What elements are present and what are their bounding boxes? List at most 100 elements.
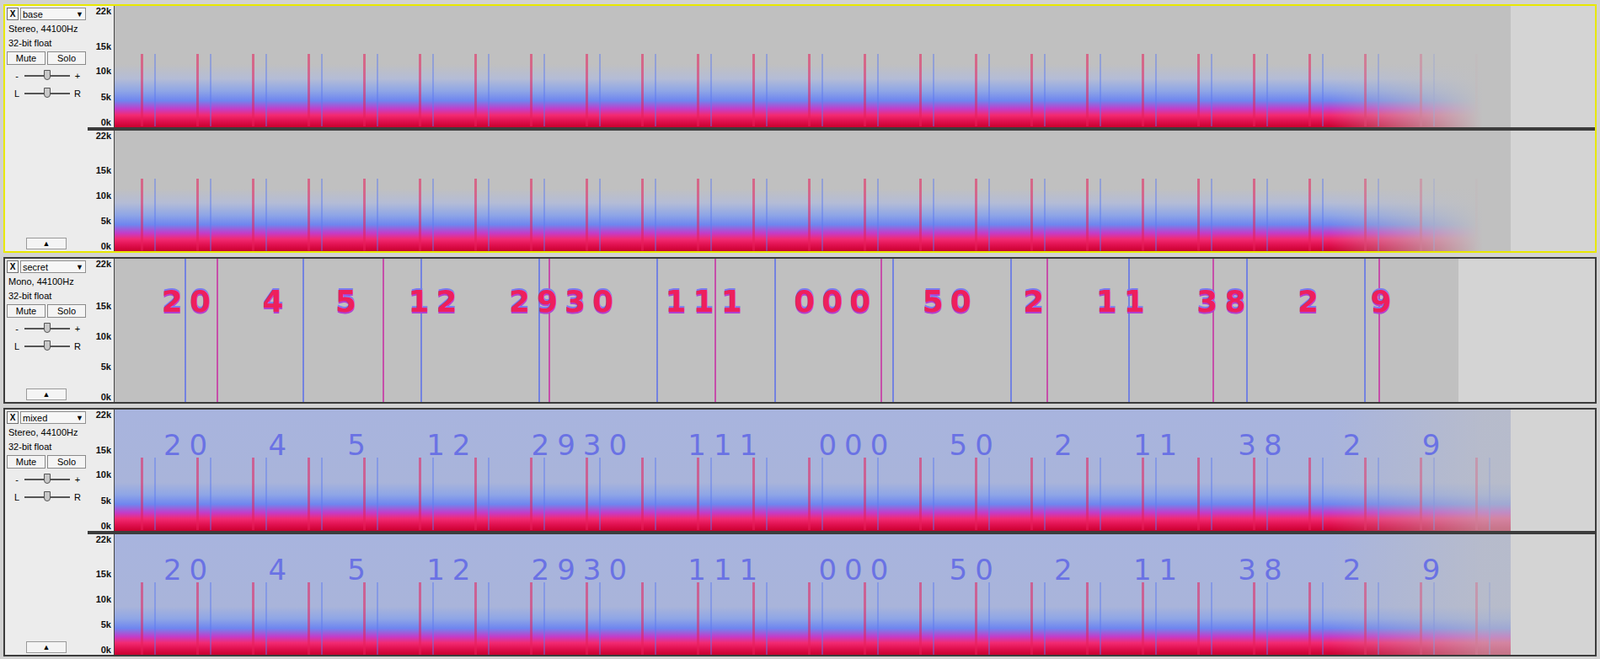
toggle-button[interactable]: Solo xyxy=(47,51,86,65)
pan-slider[interactable]: LR xyxy=(6,85,86,101)
slider-max-label: R xyxy=(74,492,81,503)
close-button[interactable]: X xyxy=(6,260,19,273)
axis-tick: 22k xyxy=(96,258,112,269)
collapse-button[interactable]: ▲ xyxy=(26,388,67,401)
axis-tick: 10k xyxy=(96,593,112,605)
button-row: MuteSolo xyxy=(6,51,86,65)
track-format: Stereo, 44100Hz xyxy=(6,22,86,35)
slider-thumb[interactable] xyxy=(43,69,51,81)
message-word: 000 xyxy=(818,554,896,586)
track-name-menu[interactable]: base ▼ xyxy=(20,7,86,21)
message-word: 38 xyxy=(1196,284,1253,319)
toggle-button[interactable]: Mute xyxy=(6,304,46,318)
dropdown-icon: ▼ xyxy=(75,262,84,272)
spectrogram-area[interactable]: 2045122930111000502113829 xyxy=(114,258,1595,402)
spectrogram-area[interactable] xyxy=(114,130,1595,252)
slider-max-label: + xyxy=(74,474,81,485)
track-format: Mono, 44100Hz xyxy=(6,275,86,288)
axis-tick: 15k xyxy=(96,165,112,177)
collapse-button[interactable]: ▲ xyxy=(26,641,67,653)
axis-tick: 22k xyxy=(96,409,112,420)
message-word: 111 xyxy=(687,554,766,586)
close-button[interactable]: X xyxy=(6,411,19,424)
spectrogram-area[interactable] xyxy=(114,5,1595,128)
toggle-button[interactable]: Mute xyxy=(6,51,46,65)
spectrogram-area[interactable]: 2045122930111000502113829 xyxy=(114,534,1595,656)
message-word: 2930 xyxy=(508,284,621,319)
message-word: 20 xyxy=(163,429,215,461)
track-header: Xbase ▼ xyxy=(6,7,86,21)
track-header: Xmixed▼ xyxy=(6,411,86,424)
close-button[interactable]: X xyxy=(6,7,19,21)
message-word: 11 xyxy=(1096,284,1152,319)
slider-min-label: L xyxy=(13,88,21,99)
spectrogram-message: 2045122930111000502113829 xyxy=(163,429,1448,461)
message-word: 50 xyxy=(949,554,1001,586)
toggle-button[interactable]: Mute xyxy=(6,454,46,469)
message-word: 4 xyxy=(267,554,295,586)
pan-slider[interactable]: LR xyxy=(6,488,86,504)
axis-tick: 10k xyxy=(96,331,112,342)
slider-track xyxy=(24,327,70,330)
audacity-window: Xbase▼Stereo, 44100Hz32-bit floatMuteSol… xyxy=(0,0,1600,659)
message-word: 11 xyxy=(1133,429,1185,461)
slider-max-label: + xyxy=(74,323,81,334)
button-row: MuteSolo xyxy=(6,304,86,318)
message-word: 20 xyxy=(161,284,218,319)
slider-thumb[interactable] xyxy=(43,322,51,333)
track[interactable]: Xmixed▼Stereo, 44100Hz32-bit floatMuteSo… xyxy=(3,407,1597,657)
axis-tick: 15k xyxy=(96,301,112,312)
slider-thumb[interactable] xyxy=(43,491,51,502)
track-name: base xyxy=(22,9,43,20)
slider-track xyxy=(24,496,70,498)
message-word: 20 xyxy=(163,554,215,586)
gain-slider[interactable]: -+ xyxy=(6,67,86,83)
button-row: MuteSolo xyxy=(6,454,86,469)
spectrogram-area[interactable]: 2045122930111000502113829 xyxy=(114,409,1595,531)
gain-slider[interactable]: -+ xyxy=(6,320,86,336)
message-word: 000 xyxy=(793,284,878,319)
slider-min-label: - xyxy=(13,323,21,334)
axis-tick: 15k xyxy=(96,444,112,455)
message-word: 9 xyxy=(1422,429,1449,461)
empty-area xyxy=(1510,5,1595,128)
slider-max-label: R xyxy=(74,88,81,99)
gain-slider[interactable]: -+ xyxy=(6,470,86,487)
axis-tick: 10k xyxy=(96,66,112,77)
axis-tick: 0k xyxy=(101,117,112,128)
empty-area xyxy=(1458,258,1595,402)
slider-min-label: - xyxy=(13,70,21,81)
slider-thumb[interactable] xyxy=(43,87,51,98)
empty-area xyxy=(1510,534,1595,656)
message-word: 5 xyxy=(335,284,364,319)
track-control-panel: Xbase▼Stereo, 44100Hz32-bit floatMuteSol… xyxy=(5,5,88,252)
spectrogram: 2045122930111000502113829 xyxy=(114,534,1511,656)
message-word: 2 xyxy=(1054,429,1081,461)
dropdown-icon: ▼ xyxy=(75,10,84,19)
message-word: 4 xyxy=(267,429,295,461)
frequency-axis: 22k15k10k5k0k xyxy=(87,5,115,128)
toggle-button[interactable]: Solo xyxy=(47,454,86,469)
message-word: 9 xyxy=(1369,284,1398,319)
pan-slider[interactable]: LR xyxy=(6,337,86,354)
message-word: 12 xyxy=(407,284,464,319)
message-word: 50 xyxy=(949,429,1001,461)
message-word: 2 xyxy=(1343,554,1370,586)
toggle-button[interactable]: Solo xyxy=(47,304,86,318)
axis-tick: 0k xyxy=(101,644,112,655)
track-header: Xsecret▼ xyxy=(6,260,86,273)
axis-tick: 5k xyxy=(101,91,112,102)
message-word: 38 xyxy=(1237,429,1290,461)
message-word: 11 xyxy=(1133,554,1185,586)
slider-thumb[interactable] xyxy=(43,340,51,351)
track[interactable]: Xsecret▼Mono, 44100Hz32-bit floatMuteSol… xyxy=(3,256,1597,404)
frequency-axis: 22k15k10k5k0k xyxy=(87,534,115,656)
message-word: 2 xyxy=(1054,554,1081,586)
track[interactable]: Xbase▼Stereo, 44100Hz32-bit floatMuteSol… xyxy=(3,4,1597,253)
slider-thumb[interactable] xyxy=(43,473,51,484)
message-word: 2 xyxy=(1297,284,1326,319)
track-name-menu[interactable]: secret▼ xyxy=(20,260,86,273)
track-name-menu[interactable]: mixed▼ xyxy=(20,411,86,424)
collapse-button[interactable]: ▲ xyxy=(26,237,67,250)
channel: 22k15k10k5k0k2045122930111000502113829 xyxy=(87,258,1595,402)
